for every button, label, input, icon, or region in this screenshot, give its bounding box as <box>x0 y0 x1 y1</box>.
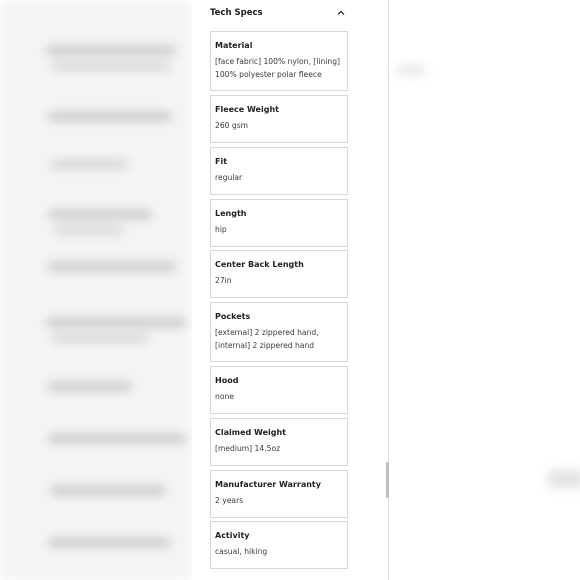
spec-label: Claimed Weight <box>215 428 286 437</box>
blurred-background-fragment <box>548 470 580 488</box>
spec-label: Length <box>215 209 247 218</box>
screen: Tech Specs Material [face fabric] 100% n… <box>0 0 580 580</box>
spec-label: Activity <box>215 531 250 540</box>
spec-card-fleece-weight: Fleece Weight 260 gsm <box>210 95 348 143</box>
spec-value: casual, hiking <box>215 547 268 556</box>
spec-label: Manufacturer Warranty <box>215 480 321 489</box>
spec-label: Center Back Length <box>215 260 304 269</box>
blurred-background-page <box>0 0 192 580</box>
spec-value: [medium] 14.5oz <box>215 444 281 453</box>
spec-label: Pockets <box>215 312 251 321</box>
spec-label: Fleece Weight <box>215 105 279 114</box>
spec-card-fit: Fit regular <box>210 147 348 195</box>
spec-value: none <box>215 392 234 401</box>
spec-value: [external] 2 zippered hand, [internal] 2… <box>215 328 319 350</box>
spec-card-activity: Activity casual, hiking <box>210 521 348 569</box>
spec-card-center-back-length: Center Back Length 27in <box>210 250 348 298</box>
spec-label: Fit <box>215 157 228 166</box>
spec-value: hip <box>215 225 227 234</box>
spec-value: [face fabric] 100% nylon, [lining] 100% … <box>215 57 341 79</box>
spec-label: Material <box>215 41 253 50</box>
scrollbar-thumb[interactable] <box>386 462 389 498</box>
tech-specs-title: Tech Specs <box>210 8 263 18</box>
spec-card-length: Length hip <box>210 199 348 247</box>
spec-value: 260 gsm <box>215 121 249 130</box>
spec-card-manufacturer-warranty: Manufacturer Warranty 2 years <box>210 470 348 518</box>
chevron-up-icon[interactable] <box>336 8 346 18</box>
spec-card-claimed-weight: Claimed Weight [medium] 14.5oz <box>210 418 348 466</box>
spec-value: 27in <box>215 276 232 285</box>
spec-card-material: Material [face fabric] 100% nylon, [lini… <box>210 31 348 91</box>
spec-value: regular <box>215 173 243 182</box>
spec-card-pockets: Pockets [external] 2 zippered hand, [int… <box>210 302 348 362</box>
spec-label: Hood <box>215 376 239 385</box>
tech-specs-panel: Tech Specs Material [face fabric] 100% n… <box>192 0 388 580</box>
spec-card-hood: Hood none <box>210 366 348 414</box>
tech-specs-header[interactable]: Tech Specs <box>210 5 346 21</box>
blurred-background-fragment <box>396 66 426 74</box>
spec-value: 2 years <box>215 496 244 505</box>
